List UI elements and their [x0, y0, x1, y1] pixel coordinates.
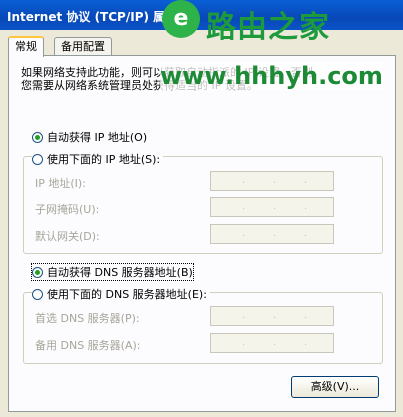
dns-server-group	[23, 292, 383, 364]
preferred-dns-label: 首选 DNS 服务器(P):	[35, 312, 140, 325]
manual-dns-label: 使用下面的 DNS 服务器地址(E):	[47, 288, 207, 301]
watermark-brand: 路由之家	[206, 10, 330, 45]
alternate-dns-input[interactable]: ...	[210, 333, 334, 353]
auto-ip-radio[interactable]: 自动获得 IP 地址(O)	[32, 129, 147, 145]
ip-address-input[interactable]: ...	[210, 171, 334, 191]
radio-empty-icon	[32, 153, 43, 165]
auto-dns-radio[interactable]: 自动获得 DNS 服务器地址(B)	[31, 263, 194, 281]
preferred-dns-input[interactable]: ...	[210, 306, 334, 326]
ip-address-label: IP 地址(I):	[35, 177, 86, 190]
tab-general[interactable]: 常规	[8, 36, 44, 57]
default-gateway-label: 默认网关(D):	[35, 230, 100, 243]
radio-selected-icon	[32, 266, 43, 278]
router-home-logo-icon: e	[162, 0, 200, 38]
advanced-button[interactable]: 高级(V)...	[291, 376, 379, 398]
auto-ip-label: 自动获得 IP 地址(O)	[47, 131, 148, 144]
radio-selected-icon	[32, 131, 43, 143]
default-gateway-input[interactable]: ...	[210, 224, 334, 244]
watermark-url: www.hhhyh.com	[160, 62, 383, 90]
subnet-mask-input[interactable]: ...	[210, 197, 334, 217]
window-title: Internet 协议 (TCP/IP) 属性	[7, 10, 178, 24]
radio-empty-icon	[32, 288, 43, 300]
manual-ip-radio[interactable]: 使用下面的 IP 地址(S):	[32, 151, 164, 167]
tab-alternate-config[interactable]: 备用配置	[54, 37, 112, 55]
auto-dns-label: 自动获得 DNS 服务器地址(B)	[47, 266, 193, 279]
manual-ip-label: 使用下面的 IP 地址(S):	[47, 153, 161, 166]
alternate-dns-label: 备用 DNS 服务器(A):	[35, 339, 141, 352]
subnet-mask-label: 子网掩码(U):	[35, 203, 100, 216]
title-bar[interactable]: Internet 协议 (TCP/IP) 属性	[0, 0, 403, 30]
manual-dns-radio[interactable]: 使用下面的 DNS 服务器地址(E):	[32, 286, 210, 302]
general-panel: 如果网络支持此功能，则可以获取自动指派的 IP 设置。否则， 您需要从网络系统管…	[8, 55, 396, 412]
